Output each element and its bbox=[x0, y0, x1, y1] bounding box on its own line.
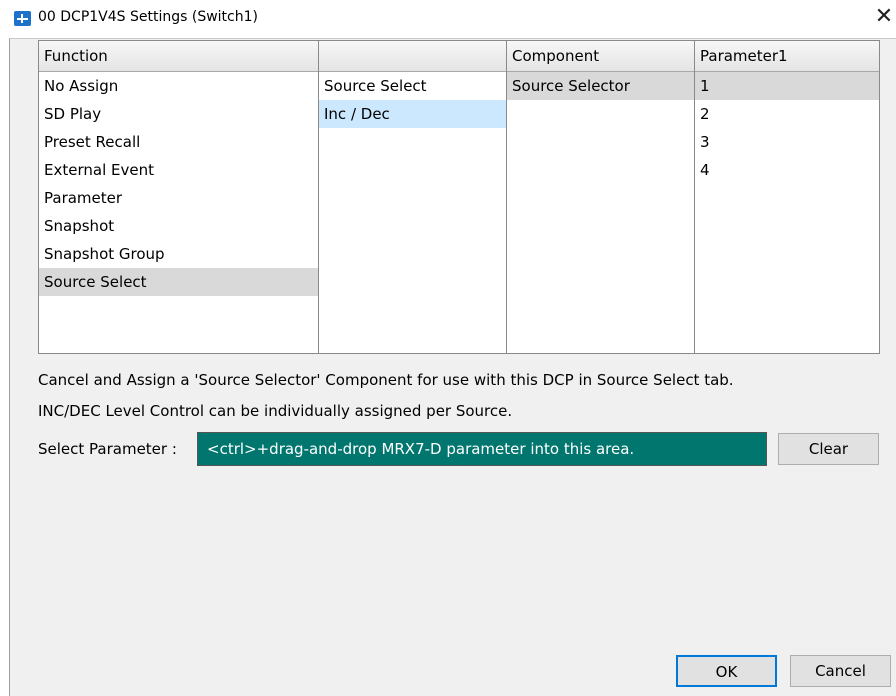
sub-function-column-header[interactable] bbox=[319, 41, 506, 72]
parameter1-item[interactable]: 3 bbox=[695, 128, 879, 156]
function-item-preset-recall[interactable]: Preset Recall bbox=[39, 128, 318, 156]
sub-function-list: Source Select Inc / Dec bbox=[318, 40, 507, 354]
component-list: Component Source Selector bbox=[506, 40, 695, 354]
parameter1-list-body: 1 2 3 4 bbox=[695, 72, 879, 353]
close-icon[interactable]: ✕ bbox=[872, 4, 896, 30]
function-item-no-assign[interactable]: No Assign bbox=[39, 72, 318, 100]
parameter1-column-header[interactable]: Parameter1 bbox=[695, 41, 879, 72]
function-list-body: No Assign SD Play Preset Recall External… bbox=[39, 72, 318, 353]
sub-function-list-body: Source Select Inc / Dec bbox=[319, 72, 506, 353]
function-item-snapshot-group[interactable]: Snapshot Group bbox=[39, 240, 318, 268]
cancel-button[interactable]: Cancel bbox=[790, 655, 891, 687]
function-column-header[interactable]: Function bbox=[39, 41, 318, 72]
app-icon bbox=[14, 11, 31, 26]
window-title: 00 DCP1V4S Settings (Switch1) bbox=[38, 9, 258, 25]
sub-item-inc-dec[interactable]: Inc / Dec bbox=[319, 100, 506, 128]
component-column-header[interactable]: Component bbox=[507, 41, 694, 72]
parameter1-item[interactable]: 4 bbox=[695, 156, 879, 184]
parameter1-item[interactable]: 1 bbox=[695, 72, 879, 100]
function-item-source-select[interactable]: Source Select bbox=[39, 268, 318, 296]
info-text-line-1: Cancel and Assign a 'Source Selector' Co… bbox=[38, 371, 734, 389]
select-parameter-label: Select Parameter : bbox=[38, 440, 177, 458]
function-list: Function No Assign SD Play Preset Recall… bbox=[38, 40, 319, 354]
parameter1-list: Parameter1 1 2 3 4 bbox=[694, 40, 880, 354]
function-item-external-event[interactable]: External Event bbox=[39, 156, 318, 184]
clear-button[interactable]: Clear bbox=[778, 433, 879, 465]
info-text-line-2: INC/DEC Level Control can be individuall… bbox=[38, 402, 513, 420]
parameter-drop-area[interactable]: <ctrl>+drag-and-drop MRX7-D parameter in… bbox=[197, 432, 767, 466]
title-bar: 00 DCP1V4S Settings (Switch1) ✕ bbox=[0, 0, 896, 38]
sub-item-source-select[interactable]: Source Select bbox=[319, 72, 506, 100]
component-item-source-selector[interactable]: Source Selector bbox=[507, 72, 694, 100]
function-item-snapshot[interactable]: Snapshot bbox=[39, 212, 318, 240]
parameter1-item[interactable]: 2 bbox=[695, 100, 879, 128]
ok-button[interactable]: OK bbox=[676, 655, 777, 687]
function-item-parameter[interactable]: Parameter bbox=[39, 184, 318, 212]
component-list-body: Source Selector bbox=[507, 72, 694, 353]
function-item-sd-play[interactable]: SD Play bbox=[39, 100, 318, 128]
